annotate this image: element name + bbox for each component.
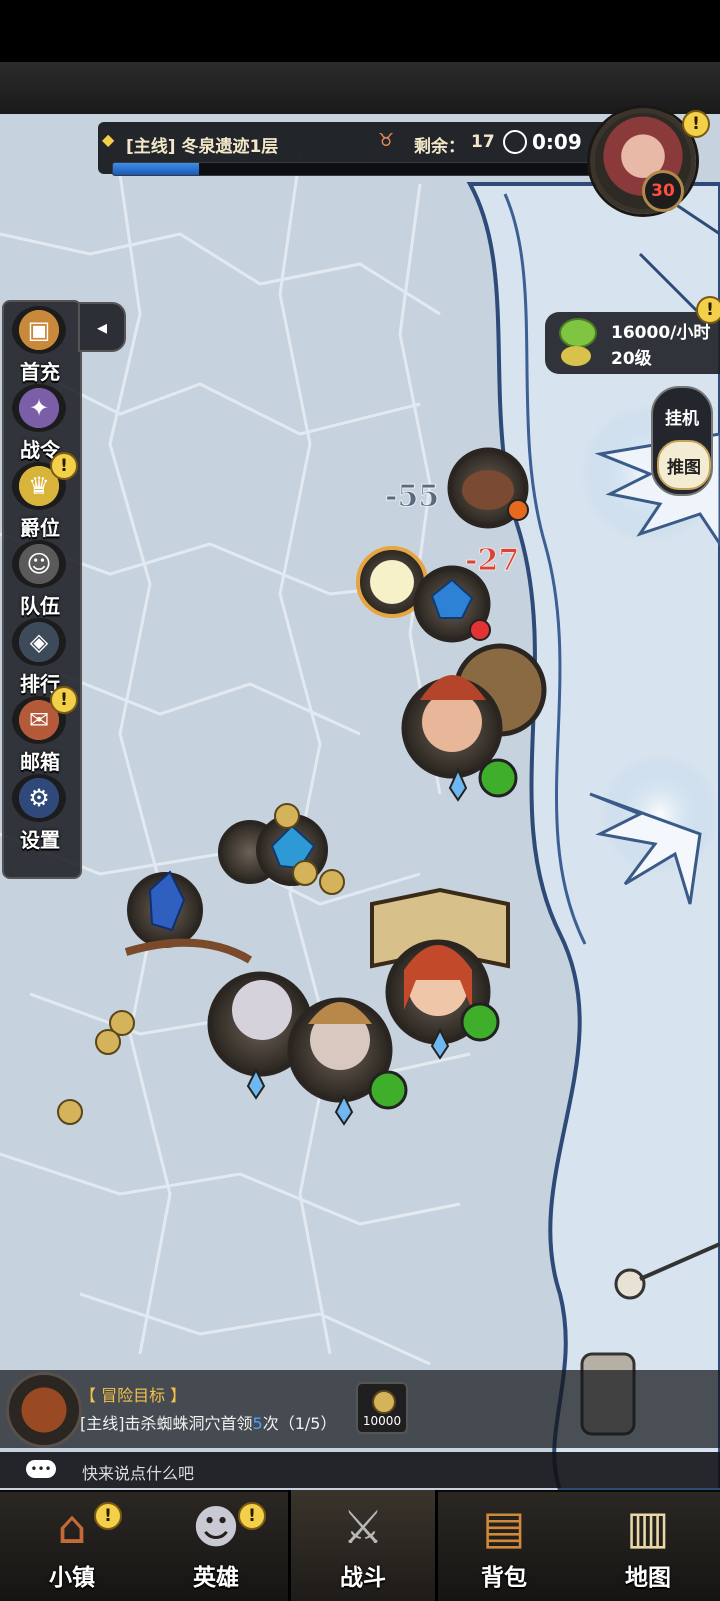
quest-title: 【 冒险目标 】 bbox=[80, 1386, 187, 1405]
quest-desc-suffix: 次（1/5） bbox=[262, 1414, 337, 1433]
nav-tab[interactable]: ▤ 背包 bbox=[432, 1490, 576, 1601]
reward-amount: 10000 bbox=[362, 1414, 402, 1428]
quest-description: [主线]击杀蜘蛛洞穴首领5次（1/5） bbox=[80, 1410, 336, 1434]
nav-tab-label: 背包 bbox=[481, 1565, 527, 1591]
chat-bar[interactable]: ••• 快来说点什么吧 bbox=[0, 1452, 720, 1488]
enemy-boar[interactable] bbox=[447, 447, 529, 529]
nav-tab-label: 英雄 bbox=[193, 1565, 239, 1591]
damage-number: -27 bbox=[465, 543, 519, 578]
alert-icon: ! bbox=[94, 1502, 122, 1530]
hero-icon: ☻ bbox=[192, 1500, 240, 1554]
nav-tab-label: 战斗 bbox=[340, 1565, 386, 1591]
chat-placeholder: 快来说点什么吧 bbox=[82, 1464, 195, 1483]
hero-elf-rogue[interactable] bbox=[287, 997, 408, 1126]
quest-reward[interactable]: 10000 bbox=[356, 1382, 408, 1434]
alert-icon: ! bbox=[238, 1502, 266, 1530]
nav-tab[interactable]: ▥ 地图 bbox=[576, 1490, 720, 1601]
pet-blue-crystal[interactable] bbox=[124, 870, 253, 964]
town-icon: ⌂ bbox=[57, 1500, 87, 1554]
backpack-icon: ▤ bbox=[482, 1500, 526, 1554]
chat-bubble-icon: ••• bbox=[26, 1460, 56, 1478]
quest-book-icon[interactable] bbox=[6, 1372, 82, 1448]
nav-tab-label: 小镇 bbox=[49, 1565, 95, 1591]
hero-scholar[interactable] bbox=[370, 887, 510, 1060]
map-scroll-icon: ▥ bbox=[626, 1500, 670, 1554]
quest-desc-count: 5 bbox=[252, 1414, 263, 1433]
nav-tab-label: 地图 bbox=[625, 1565, 671, 1591]
gold-coin-icon bbox=[372, 1390, 396, 1414]
battle-units: -55 -27 bbox=[57, 447, 547, 1126]
damage-number: -55 bbox=[385, 479, 439, 514]
hero-redhair-warrior[interactable] bbox=[401, 643, 547, 802]
nav-tab[interactable]: ⚔ 战斗 bbox=[288, 1490, 438, 1601]
nav-tab[interactable]: ☻ 英雄! bbox=[144, 1490, 288, 1601]
quest-desc-prefix: [主线]击杀蜘蛛洞穴首领 bbox=[80, 1414, 253, 1433]
crossed-swords-icon: ⚔ bbox=[342, 1500, 384, 1554]
nav-tab[interactable]: ⌂ 小镇! bbox=[0, 1490, 144, 1601]
